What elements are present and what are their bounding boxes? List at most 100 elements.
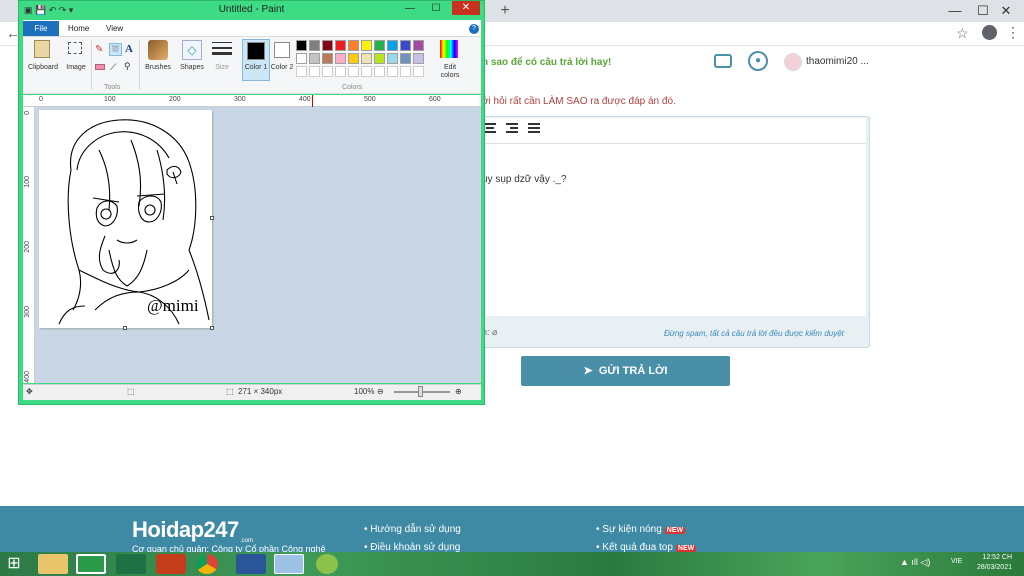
clock[interactable]: 12:52 CH 28/03/2021	[968, 553, 1012, 573]
app-icon[interactable]	[316, 554, 338, 574]
palette-swatch[interactable]	[400, 40, 411, 51]
username[interactable]: thaomimi20 ...	[806, 56, 869, 67]
palette-swatch[interactable]	[413, 40, 424, 51]
palette-swatch[interactable]	[387, 40, 398, 51]
palette-swatch[interactable]	[296, 53, 307, 64]
palette-swatch[interactable]	[348, 40, 359, 51]
paint-maximize-button[interactable]: ☐	[426, 2, 446, 16]
palette-swatch[interactable]	[322, 53, 333, 64]
palette-swatch[interactable]	[413, 53, 424, 64]
palette-swatch-empty[interactable]	[374, 66, 385, 77]
avatar[interactable]	[784, 53, 802, 71]
align-justify-icon[interactable]	[528, 123, 540, 135]
palette-swatch[interactable]	[309, 53, 320, 64]
palette-swatch-empty[interactable]	[413, 66, 424, 77]
zoom-in-icon[interactable]: ⊕	[455, 387, 462, 396]
brush-icon[interactable]	[148, 40, 168, 60]
editor-body[interactable]	[480, 144, 866, 316]
zoom-out-icon[interactable]: ⊖	[377, 387, 384, 396]
magnifier-icon[interactable]: ⚲	[124, 61, 131, 72]
shapes-label[interactable]: Shapes	[176, 64, 208, 71]
pencil-icon[interactable]: ✎	[95, 44, 103, 55]
palette-swatch[interactable]	[335, 53, 346, 64]
tray-icons[interactable]: ▲ ıll ◁)	[900, 557, 930, 568]
clipboard-label[interactable]: Clipboard	[25, 64, 61, 71]
editor-text[interactable]: uy sụp dzữ vậy ._?	[482, 174, 567, 185]
color-picker-icon[interactable]: ⟋	[110, 62, 116, 73]
chrome-icon[interactable]	[196, 554, 218, 574]
new-tab-button[interactable]: +	[497, 3, 513, 19]
tab-view[interactable]: View	[106, 24, 123, 33]
separator	[91, 40, 92, 90]
resize-handle-bottom[interactable]	[123, 326, 127, 330]
zoom-slider-thumb[interactable]	[418, 386, 423, 397]
brushes-label[interactable]: Brushes	[142, 64, 174, 71]
color2-label[interactable]: Color 2	[270, 64, 294, 72]
browser-menu-icon[interactable]: ⋮	[1006, 24, 1020, 41]
resize-handle-right[interactable]	[210, 216, 214, 220]
close-browser-button[interactable]: ✕	[988, 0, 1024, 22]
color1-swatch[interactable]	[247, 42, 265, 60]
align-center-icon[interactable]	[484, 123, 496, 135]
language-indicator[interactable]: VIE	[951, 558, 962, 565]
ruler-tick-label: 600	[429, 96, 441, 103]
edit-colors-icon[interactable]	[440, 40, 458, 58]
palette-swatch[interactable]	[374, 40, 385, 51]
store-icon[interactable]	[76, 554, 106, 574]
bell-icon[interactable]: ●	[748, 51, 768, 71]
powerpoint-icon[interactable]	[156, 554, 186, 574]
size-label[interactable]: Size	[210, 64, 234, 71]
excel-icon[interactable]	[116, 554, 146, 574]
submit-answer-button[interactable]: ➤ GỬI TRẢ LỜI	[521, 356, 730, 386]
size-icon[interactable]	[212, 42, 232, 58]
start-button[interactable]: ⊞	[2, 553, 26, 575]
clipboard-icon[interactable]	[34, 40, 50, 58]
eraser-icon[interactable]	[95, 64, 105, 70]
select-icon[interactable]	[68, 42, 82, 54]
site-logo[interactable]: Hoidap247	[132, 517, 239, 543]
ruler-tick-label: 500	[364, 96, 376, 103]
shapes-icon[interactable]: ◇	[182, 40, 202, 60]
tab-home[interactable]: Home	[68, 24, 89, 33]
edit-colors-label[interactable]: Edit colors	[436, 64, 464, 80]
paperclip-icon[interactable]: ⌀	[492, 327, 497, 337]
color2-swatch[interactable]	[274, 42, 290, 58]
palette-swatch-empty[interactable]	[322, 66, 333, 77]
palette-swatch[interactable]	[400, 53, 411, 64]
palette-swatch[interactable]	[348, 53, 359, 64]
tab-file[interactable]: File	[23, 21, 59, 36]
palette-swatch[interactable]	[296, 40, 307, 51]
palette-swatch[interactable]	[335, 40, 346, 51]
bookmark-star-icon[interactable]: ☆	[956, 25, 969, 42]
chat-icon[interactable]	[714, 54, 732, 68]
text-icon[interactable]: A	[125, 43, 133, 55]
palette-swatch-empty[interactable]	[296, 66, 307, 77]
paint-close-button[interactable]: ✕	[452, 1, 480, 15]
resize-handle-corner[interactable]	[210, 326, 214, 330]
palette-swatch[interactable]	[309, 40, 320, 51]
footer-link-events[interactable]: • Sự kiện nóng NEW	[596, 524, 686, 535]
palette-swatch[interactable]	[322, 40, 333, 51]
word-icon[interactable]	[236, 554, 266, 574]
color-palette	[296, 40, 436, 82]
palette-swatch[interactable]	[361, 40, 372, 51]
palette-swatch-empty[interactable]	[387, 66, 398, 77]
palette-swatch[interactable]	[387, 53, 398, 64]
align-right-icon[interactable]	[506, 123, 518, 135]
palette-swatch[interactable]	[361, 53, 372, 64]
fill-icon[interactable]: ⛆	[109, 43, 122, 56]
paint-taskbar-icon[interactable]	[274, 554, 304, 574]
palette-swatch-empty[interactable]	[335, 66, 346, 77]
palette-swatch-empty[interactable]	[361, 66, 372, 77]
paint-minimize-button[interactable]: —	[400, 2, 420, 16]
palette-swatch-empty[interactable]	[400, 66, 411, 77]
footer-link-guide[interactable]: • Hướng dẫn sử dụng	[364, 524, 461, 535]
palette-swatch-empty[interactable]	[348, 66, 359, 77]
help-icon[interactable]: ?	[469, 24, 479, 34]
tools-label: Tools	[104, 84, 121, 91]
palette-swatch[interactable]	[374, 53, 385, 64]
profile-icon[interactable]	[982, 25, 997, 40]
palette-swatch-empty[interactable]	[309, 66, 320, 77]
image-label[interactable]: Image	[62, 64, 90, 71]
file-explorer-icon[interactable]	[38, 554, 68, 574]
